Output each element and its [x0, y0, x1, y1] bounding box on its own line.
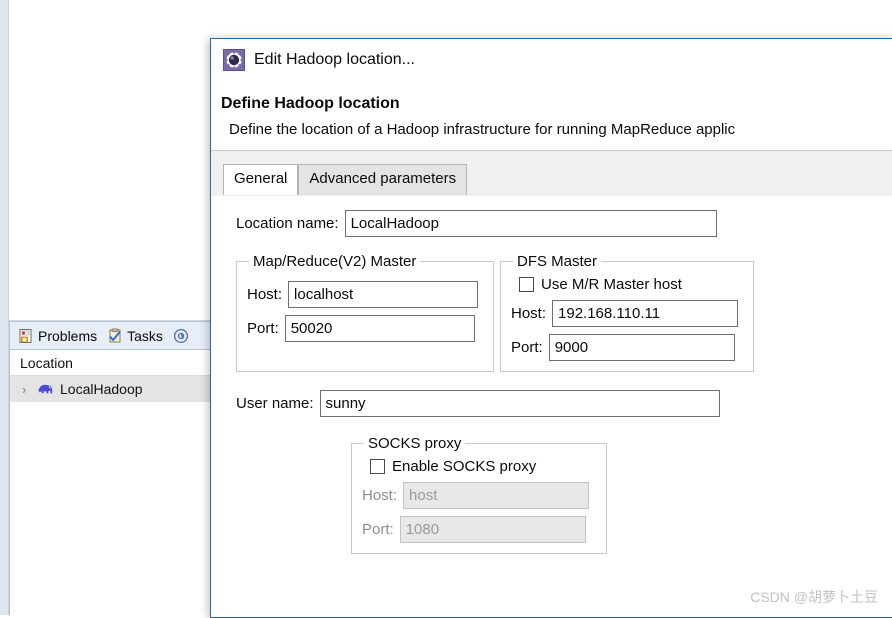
tab-advanced-parameters[interactable]: Advanced parameters — [298, 164, 468, 195]
dfs-port-label: Port: — [511, 339, 543, 356]
user-name-row: User name: — [211, 390, 892, 417]
dfs-host-row: Host: — [511, 300, 743, 327]
dfs-master-group: DFS Master Use M/R Master host Host: Por… — [500, 253, 754, 372]
dialog-tab-strip: General Advanced parameters — [211, 151, 892, 196]
master-groups-row: Map/Reduce(V2) Master Host: Port: DFS Ma… — [211, 253, 892, 372]
socks-host-row: Host: — [362, 482, 596, 509]
hadoop-elephant-icon — [38, 384, 53, 394]
mr-port-label: Port: — [247, 320, 279, 337]
hadoop-location-gear-icon — [223, 49, 245, 71]
dialog-header-title: Define Hadoop location — [221, 95, 400, 112]
general-tab-panel: Location name: Map/Reduce(V2) Master Hos… — [211, 210, 892, 591]
location-name-input[interactable] — [344, 210, 717, 237]
tree-row-label: LocalHadoop — [60, 381, 143, 397]
socks-port-label: Port: — [362, 521, 394, 538]
problems-icon — [19, 328, 32, 343]
dialog-titlebar: Edit Hadoop location... — [211, 39, 892, 81]
view-tab-problems[interactable]: Problems — [16, 326, 99, 346]
location-name-label: Location name: — [236, 215, 339, 232]
dfs-host-label: Host: — [511, 305, 547, 322]
socks-proxy-wrapper: SOCKS proxy Enable SOCKS proxy Host: Por… — [211, 435, 892, 554]
use-mr-master-host-label: Use M/R Master host — [541, 276, 682, 293]
socks-proxy-legend: SOCKS proxy — [368, 435, 462, 452]
mr-host-label: Host: — [247, 286, 283, 303]
enable-socks-proxy-label: Enable SOCKS proxy — [392, 458, 537, 475]
tasks-icon — [109, 328, 121, 342]
enable-socks-proxy-checkbox[interactable] — [370, 459, 385, 474]
tree-row-localhadoop[interactable]: › LocalHadoop — [10, 376, 210, 402]
view-tab-tasks-label: Tasks — [127, 327, 163, 344]
socks-port-input — [399, 516, 586, 543]
dfs-port-input[interactable] — [548, 334, 735, 361]
mr-port-input[interactable] — [284, 315, 475, 342]
bottom-view-panel: Problems Tasks Location › LocalHadoop — [9, 321, 210, 617]
locations-tree: › LocalHadoop — [10, 376, 210, 617]
tab-general-label: General — [234, 170, 288, 188]
location-name-row: Location name: — [211, 210, 892, 237]
socks-host-label: Host: — [362, 487, 398, 504]
mr-port-row: Port: — [247, 315, 483, 342]
view-tab-tasks[interactable]: Tasks — [105, 326, 165, 346]
socks-host-input — [403, 482, 590, 509]
edit-hadoop-location-dialog: Edit Hadoop location... Define Hadoop lo… — [210, 38, 892, 618]
socks-port-row: Port: — [362, 516, 596, 543]
socks-proxy-group: SOCKS proxy Enable SOCKS proxy Host: Por… — [351, 435, 607, 554]
mr-host-row: Host: — [247, 281, 483, 308]
user-name-input[interactable] — [319, 390, 720, 417]
dialog-header-description: Define the location of a Hadoop infrastr… — [229, 121, 736, 138]
dfs-master-legend: DFS Master — [517, 253, 598, 270]
tree-column-header[interactable]: Location — [10, 350, 210, 376]
dialog-header: Define Hadoop location Define the locati… — [211, 81, 892, 151]
chevron-right-icon[interactable]: › — [22, 382, 32, 397]
use-mr-master-host-row[interactable]: Use M/R Master host — [519, 276, 743, 293]
tab-general[interactable]: General — [223, 164, 299, 195]
dfs-port-row: Port: — [511, 334, 743, 361]
left-edge-strip — [0, 0, 9, 615]
mapreduce-master-legend: Map/Reduce(V2) Master — [253, 253, 417, 270]
view-tab-overflow[interactable] — [171, 326, 195, 346]
mapreduce-master-group: Map/Reduce(V2) Master Host: Port: — [236, 253, 494, 372]
user-name-label: User name: — [236, 395, 314, 412]
dialog-title: Edit Hadoop location... — [254, 51, 415, 68]
enable-socks-proxy-row[interactable]: Enable SOCKS proxy — [370, 458, 596, 475]
csdn-watermark: CSDN @胡萝卜土豆 — [750, 589, 878, 605]
view-tab-bar: Problems Tasks — [10, 322, 210, 350]
mr-host-input[interactable] — [288, 281, 479, 308]
javadoc-icon — [173, 328, 188, 343]
view-tab-problems-label: Problems — [38, 327, 98, 344]
tab-advanced-parameters-label: Advanced parameters — [309, 170, 457, 188]
tree-column-header-label: Location — [20, 354, 73, 371]
use-mr-master-host-checkbox[interactable] — [519, 277, 534, 292]
dfs-host-input[interactable] — [552, 300, 739, 327]
